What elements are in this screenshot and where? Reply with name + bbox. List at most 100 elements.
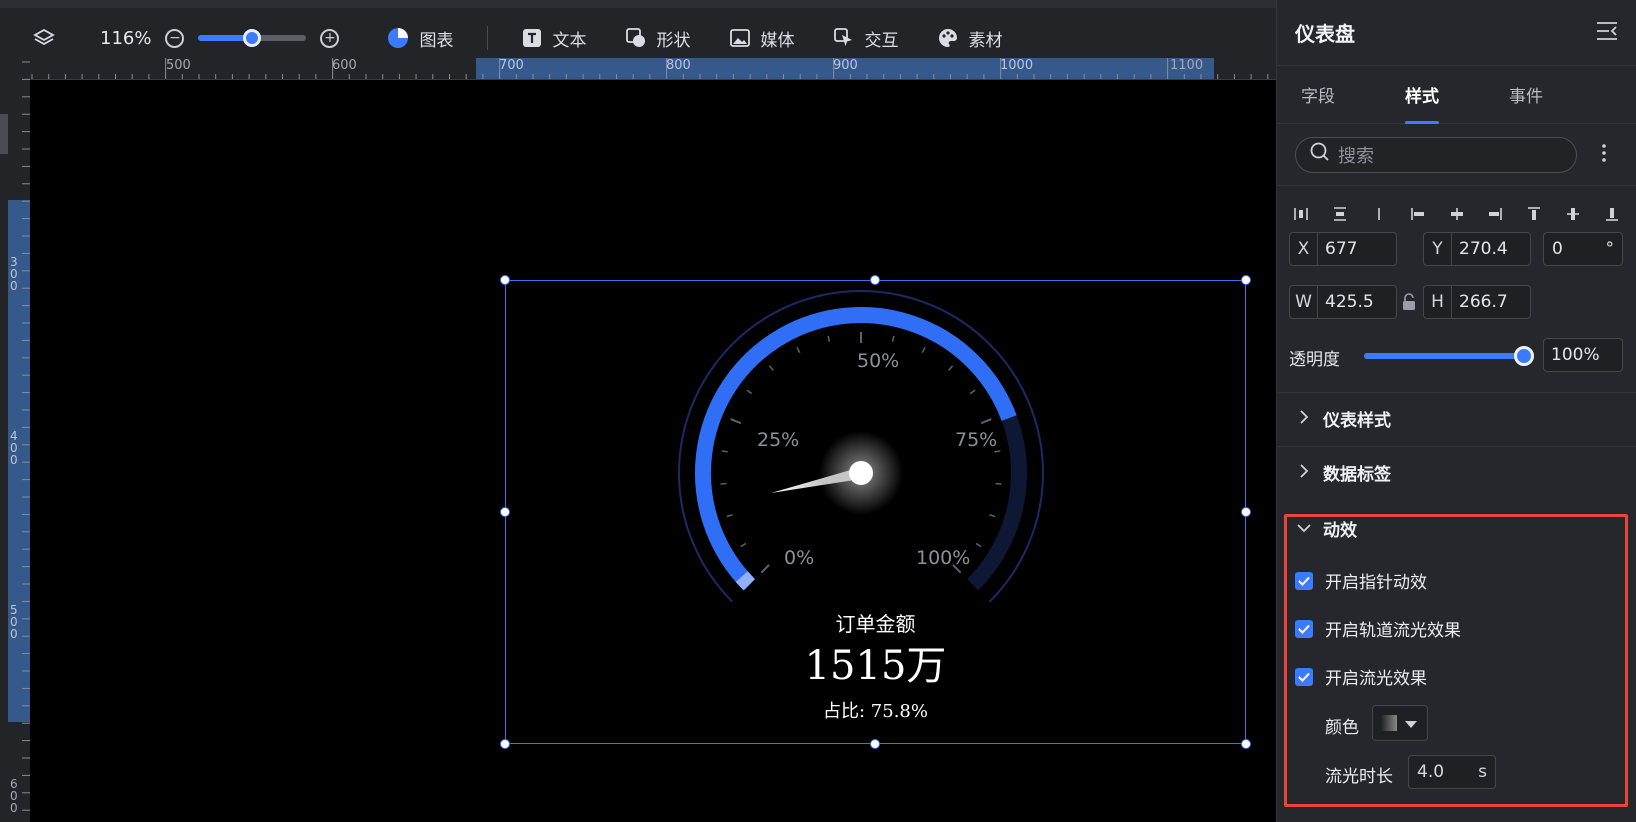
toolbar-divider	[487, 26, 489, 50]
y-field-label: Y	[1424, 233, 1452, 265]
gauge-tick	[768, 365, 774, 371]
highlight-box	[1284, 514, 1628, 807]
gauge-tick	[740, 542, 747, 548]
resize-handle-s[interactable]	[870, 739, 880, 749]
image-icon	[730, 29, 751, 47]
lock-ratio-icon[interactable]	[1401, 293, 1417, 315]
align-bottom-icon[interactable]	[1600, 202, 1624, 226]
zoom-out-icon[interactable]: −	[165, 28, 185, 48]
zoom-value: 116%	[100, 27, 152, 49]
align-top-icon[interactable]	[1522, 202, 1546, 226]
zoom-in-icon[interactable]: +	[320, 28, 340, 48]
canvas[interactable]: 0% 25% 50% 75% 100% 订单金额 1515万 占比: 75.8%	[30, 80, 1276, 822]
x-field[interactable]: X 677	[1289, 232, 1397, 266]
x-field-value: 677	[1325, 239, 1358, 259]
section-data-label[interactable]: 数据标签	[1277, 446, 1636, 498]
resize-handle-n[interactable]	[870, 275, 880, 285]
tab-style[interactable]: 样式	[1405, 66, 1439, 124]
y-field-value: 270.4	[1459, 239, 1508, 259]
zoom-slider-knob[interactable]	[243, 29, 262, 47]
toolbar-interact-label: 交互	[864, 30, 899, 51]
chevron-right-icon	[1299, 463, 1309, 483]
gauge-hub	[849, 461, 873, 485]
chevron-right-icon	[1299, 409, 1309, 429]
align-left-icon[interactable]	[1406, 202, 1430, 226]
ruler-label: 500	[10, 603, 18, 641]
gauge-tick	[989, 514, 996, 518]
more-options-icon[interactable]	[1601, 143, 1607, 167]
toolbar-chart-button[interactable]: 图表	[387, 26, 453, 51]
gauge-tick	[948, 365, 954, 371]
opacity-label: 透明度	[1289, 350, 1340, 370]
search-placeholder: 搜索	[1338, 145, 1374, 167]
selected-gauge-widget[interactable]: 0% 25% 50% 75% 100% 订单金额 1515万 占比: 75.8%	[505, 280, 1246, 744]
toolbar-shape-label: 形状	[656, 30, 691, 51]
search-row: 搜索	[1277, 124, 1636, 186]
zoom-slider[interactable]	[198, 29, 307, 47]
panel-tabs: 字段 样式 事件	[1277, 66, 1636, 124]
width-field[interactable]: W 425.5	[1289, 285, 1397, 319]
distribute-vertical-icon[interactable]	[1328, 202, 1352, 226]
resize-handle-sw[interactable]	[500, 739, 510, 749]
gauge-tick-label-75: 75%	[955, 429, 998, 451]
y-field[interactable]: Y 270.4	[1423, 232, 1531, 266]
gauge-tick	[969, 389, 976, 395]
rotation-unit: °	[1605, 239, 1615, 259]
resize-handle-se[interactable]	[1241, 739, 1251, 749]
ruler-label: 500	[166, 58, 191, 73]
ruler-label: 300	[10, 255, 18, 293]
toolbar-shape-button[interactable]: 形状	[626, 26, 690, 51]
gauge-tick	[827, 335, 831, 342]
gauge-tick	[980, 418, 992, 425]
resize-handle-e[interactable]	[1241, 507, 1251, 517]
search-input[interactable]: 搜索	[1295, 136, 1577, 173]
opacity-input[interactable]: 100%	[1543, 338, 1623, 372]
gauge-ratio-label: 占比: 75.8%	[823, 701, 928, 722]
panel-title: 仪表盘	[1295, 22, 1355, 46]
shape-icon	[626, 28, 646, 48]
align-center-h-icon[interactable]	[1445, 202, 1469, 226]
gauge-tick	[726, 514, 733, 518]
opacity-value: 100%	[1551, 345, 1600, 365]
layers-icon[interactable]	[24, 18, 64, 58]
height-field[interactable]: H 266.7	[1423, 285, 1531, 319]
opacity-slider[interactable]	[1364, 346, 1534, 366]
toolbar-text-label: 文本	[552, 30, 587, 51]
section-gauge-style[interactable]: 仪表样式	[1277, 392, 1636, 444]
distribute-horizontal-icon[interactable]	[1289, 202, 1313, 226]
toolbar-text-button[interactable]: 文本	[522, 26, 586, 51]
ruler-label: 1000	[1000, 58, 1034, 73]
toolbar-interact-button[interactable]: 交互	[834, 26, 898, 51]
ruler-label: 600	[332, 58, 357, 73]
gauge-tick	[891, 335, 895, 342]
tab-fields[interactable]: 字段	[1301, 66, 1335, 124]
gauge-tick	[721, 450, 728, 453]
resize-handle-nw[interactable]	[500, 275, 510, 285]
width-field-label: W	[1290, 286, 1318, 318]
toolbar-media-button[interactable]: 媒体	[730, 26, 794, 51]
height-field-label: H	[1424, 286, 1452, 318]
ruler-label: 1100	[1170, 58, 1204, 73]
align-center-v-icon[interactable]	[1561, 202, 1585, 226]
gauge-tick-label-25: 25%	[757, 429, 800, 451]
resize-handle-ne[interactable]	[1241, 275, 1251, 285]
height-field-value: 266.7	[1459, 292, 1508, 312]
gauge-tick	[921, 347, 926, 354]
chart-pie-icon	[387, 27, 409, 49]
gauge-tick-label-0: 0%	[784, 547, 815, 569]
width-field-value: 425.5	[1325, 292, 1374, 312]
align-right-icon[interactable]	[1483, 202, 1507, 226]
gauge-tick	[746, 389, 753, 395]
tab-events[interactable]: 事件	[1509, 66, 1543, 124]
rotation-field[interactable]: 0 °	[1543, 232, 1623, 266]
palette-icon	[938, 28, 958, 48]
gauge-value: 1515万	[804, 643, 947, 689]
toolbar-chart-label: 图表	[419, 30, 454, 51]
toolbar-assets-button[interactable]: 素材	[938, 26, 1002, 51]
app: 116% − + 图表 文本 形状 媒体 交互 素材 500 600 700 8…	[0, 0, 1636, 822]
gauge-tick	[796, 347, 801, 354]
opacity-slider-knob[interactable]	[1514, 346, 1534, 366]
resize-handle-w[interactable]	[500, 507, 510, 517]
section-data-label-label: 数据标签	[1323, 465, 1391, 485]
collapse-panel-icon[interactable]	[1596, 21, 1618, 45]
